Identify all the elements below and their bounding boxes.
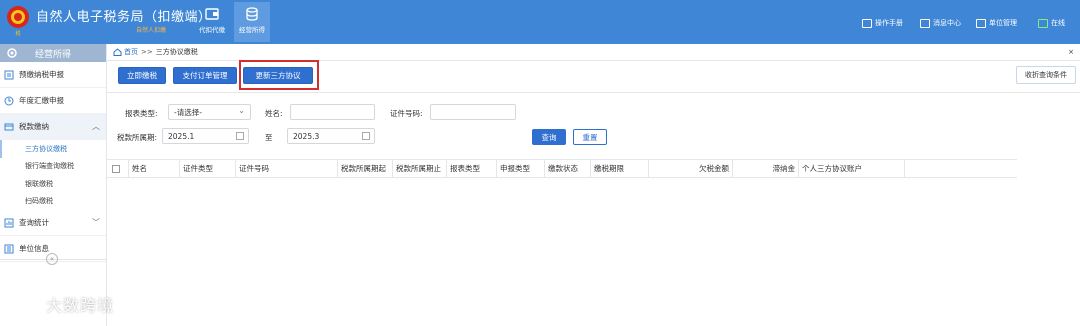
nav-withholding-label: 代扣代缴 — [199, 26, 225, 34]
breadcrumb-current: 三方协议缴税 — [155, 48, 198, 56]
query-button[interactable]: 查询 — [532, 129, 566, 145]
sidebar-subitem-scan-pay[interactable]: 扫码缴税 — [0, 192, 106, 210]
unit-management-label: 单位管理 — [989, 19, 1017, 27]
message-icon — [920, 18, 930, 28]
report-type-select[interactable]: -请选择- ⌄ — [168, 104, 251, 120]
sidebar-header-title: 经营所得 — [35, 49, 72, 60]
sidebar-subitem-three-party[interactable]: 三方协议缴税 — [0, 140, 106, 158]
id-number-input[interactable] — [430, 104, 516, 120]
column-header[interactable]: 税款所属期止 — [393, 160, 447, 177]
unit-management-link[interactable]: 单位管理 — [976, 18, 1017, 28]
watermark: 大数跨境 — [8, 292, 114, 316]
stats-icon — [4, 218, 14, 227]
chevron-down-icon: ﹀ — [92, 218, 100, 227]
sidebar-item-annual-declare[interactable]: 年度汇缴申报 — [0, 88, 106, 114]
building-icon — [976, 18, 986, 28]
period-end-value: 2025.3 — [293, 131, 320, 141]
manual-link[interactable]: 操作手册 — [862, 18, 903, 28]
column-header[interactable]: 滞纳金 — [733, 160, 799, 177]
select-all-checkbox[interactable] — [112, 164, 120, 173]
national-emblem-icon: 税 — [7, 6, 29, 37]
message-center-link[interactable]: 消息中心 — [920, 18, 961, 28]
sidebar-item-prepay-declare[interactable]: 预缴纳税申报 — [0, 62, 106, 88]
pay-now-button[interactable]: 立即缴税 — [118, 67, 166, 84]
select-all-cell — [107, 160, 129, 177]
sidebar-subitem-unionpay[interactable]: 银联缴税 — [0, 175, 106, 193]
column-header[interactable]: 姓名 — [129, 160, 180, 177]
period-start-value: 2025.1 — [168, 131, 195, 141]
home-icon — [113, 48, 122, 56]
nav-business-income[interactable]: 经营所得 — [234, 2, 270, 42]
chevron-up-icon: ︿ — [92, 122, 100, 131]
watermark-text: 大数跨境 — [46, 296, 115, 315]
period-end-input[interactable]: 2025.3 — [287, 128, 375, 144]
tax-period-label: 税款所属期: — [117, 133, 158, 142]
sidebar: 经营所得 预缴纳税申报 年度汇缴申报 税款缴纳 ︿ 三方协议缴税 银行端查询缴税… — [0, 44, 107, 326]
report-type-value: -请选择- — [174, 107, 202, 117]
app-header: 税 自然人电子税务局（扣缴端） 自然人扣缴 代扣代缴 经营所得 操作手册 消息中… — [0, 0, 1080, 44]
column-header[interactable]: 缴款状态 — [545, 160, 591, 177]
app-title: 自然人电子税务局（扣缴端） — [36, 10, 212, 25]
period-to-label: 至 — [265, 133, 273, 142]
wallet-icon — [205, 8, 219, 20]
unit-info-icon — [4, 244, 14, 253]
online-label: 在线 — [1051, 19, 1065, 27]
online-icon — [1038, 18, 1048, 28]
main-content: 首页 >> 三方协议缴税 × 立即缴税 支付订单管理 更新三方协议 收折查询条件… — [107, 44, 1080, 326]
sidebar-item-label: 税款缴纳 — [19, 122, 49, 131]
app-subtitle: 自然人扣缴 — [136, 27, 167, 34]
tax-payment-icon — [4, 123, 14, 130]
column-header[interactable]: 证件号码 — [236, 160, 338, 177]
coins-icon — [246, 7, 258, 21]
sidebar-subitem-bank-query[interactable]: 银行端查询缴税 — [0, 157, 106, 175]
id-number-label: 证件号码: — [390, 109, 423, 118]
column-header[interactable]: 欠税金额 — [649, 160, 733, 177]
breadcrumb-home-label: 首页 — [124, 48, 138, 56]
calendar-icon[interactable] — [362, 132, 370, 140]
name-input[interactable] — [290, 104, 375, 120]
column-header[interactable]: 申报类型 — [497, 160, 545, 177]
sidebar-item-label: 年度汇缴申报 — [19, 96, 64, 105]
toolbar-divider — [107, 92, 1080, 93]
column-header[interactable]: 报表类型 — [447, 160, 497, 177]
period-start-input[interactable]: 2025.1 — [162, 128, 249, 144]
sidebar-item-label: 预缴纳税申报 — [19, 70, 64, 79]
svg-text:税: 税 — [15, 30, 20, 37]
nav-business-income-label: 经营所得 — [239, 26, 265, 34]
sidebar-header: 经营所得 — [0, 44, 106, 62]
breadcrumb-separator: >> — [141, 48, 153, 56]
nav-withholding[interactable]: 代扣代缴 — [194, 2, 230, 42]
online-status[interactable]: 在线 — [1038, 18, 1065, 28]
breadcrumb-home[interactable]: 首页 — [113, 47, 138, 57]
manual-label: 操作手册 — [875, 19, 903, 27]
column-header[interactable]: 个人三方协议账户 — [799, 160, 905, 177]
highlight-box — [239, 60, 319, 90]
sidebar-item-label: 查询统计 — [19, 218, 49, 227]
annual-icon — [4, 96, 14, 105]
breadcrumb: 首页 >> 三方协议缴税 × — [107, 44, 1080, 61]
payment-order-button[interactable]: 支付订单管理 — [173, 67, 237, 84]
gear-icon — [7, 48, 17, 58]
declare-icon — [4, 70, 14, 79]
sidebar-item-query-stats[interactable]: 查询统计 ﹀ — [0, 210, 106, 236]
reset-button[interactable]: 重置 — [573, 129, 607, 145]
name-label: 姓名: — [265, 109, 283, 118]
watermark-logo-icon — [9, 295, 40, 311]
column-header[interactable]: 税款所属期起 — [338, 160, 393, 177]
sidebar-item-label: 单位信息 — [19, 244, 49, 253]
collapse-query-button[interactable]: 收折查询条件 — [1016, 66, 1076, 84]
table-header: 姓名 证件类型 证件号码 税款所属期起 税款所属期止 报表类型 申报类型 缴款状… — [107, 159, 1017, 178]
close-tab-icon[interactable]: × — [1068, 48, 1074, 56]
sidebar-item-tax-payment[interactable]: 税款缴纳 ︿ — [0, 114, 106, 140]
chevron-down-icon: ⌄ — [238, 106, 245, 115]
column-header[interactable]: 证件类型 — [180, 160, 236, 177]
message-center-label: 消息中心 — [933, 19, 961, 27]
column-header[interactable]: 缴税期限 — [591, 160, 649, 177]
manual-icon — [862, 18, 872, 28]
calendar-icon[interactable] — [236, 132, 244, 140]
report-type-label: 报表类型: — [125, 109, 158, 118]
sidebar-collapse-button[interactable]: « — [46, 253, 58, 265]
